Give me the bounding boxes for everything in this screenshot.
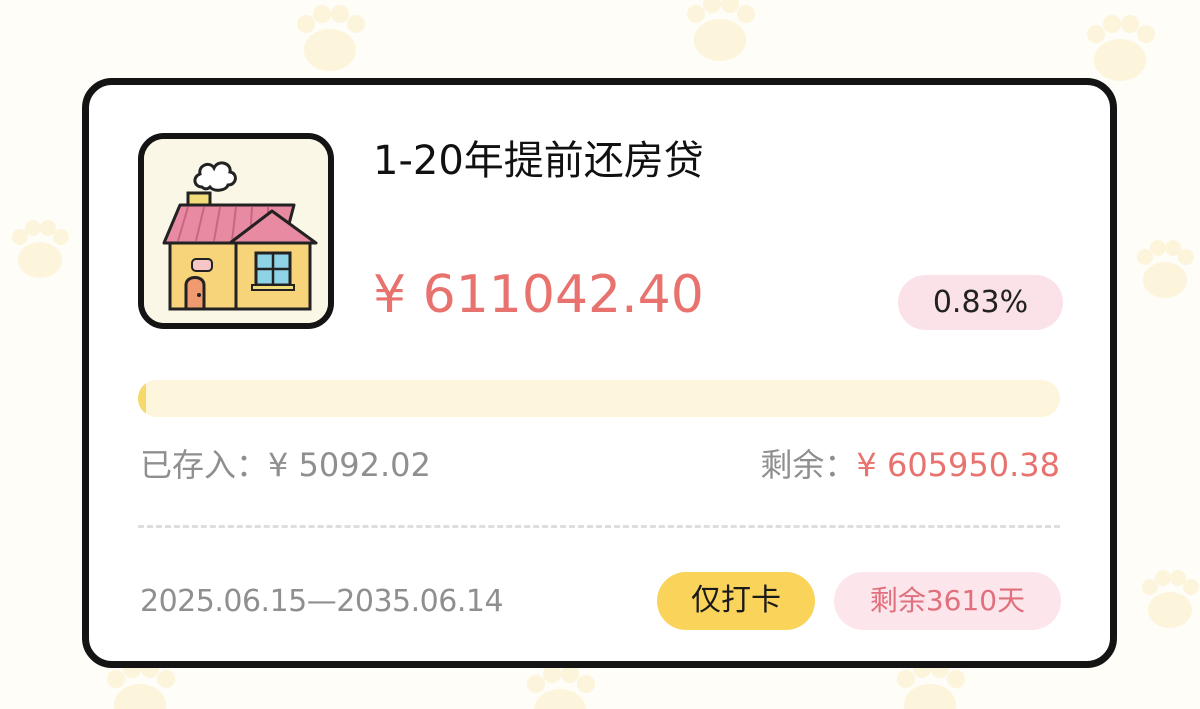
progress-bar <box>138 380 1060 417</box>
saved-value: ¥ 5092.02 <box>268 446 431 484</box>
dashed-divider <box>138 525 1060 528</box>
progress-rate-badge: 0.83% <box>898 275 1063 330</box>
saved-label: 已存入： <box>140 446 269 484</box>
plan-title: 1-20年提前还房贷 <box>373 138 704 184</box>
days-remaining-badge: 剩余3610天 <box>834 572 1061 630</box>
checkin-only-badge[interactable]: 仅打卡 <box>657 572 815 630</box>
target-amount: ¥ 611042.40 <box>373 265 704 325</box>
remaining-label: 剩余： <box>760 446 857 484</box>
remaining-value: ¥ 605950.38 <box>856 446 1060 484</box>
house-icon <box>138 133 334 329</box>
remaining-amount: 剩余：¥ 605950.38 <box>760 443 1060 487</box>
saved-amount: 已存入：¥ 5092.02 <box>140 443 431 487</box>
date-range: 2025.06.15—2035.06.14 <box>140 584 504 619</box>
